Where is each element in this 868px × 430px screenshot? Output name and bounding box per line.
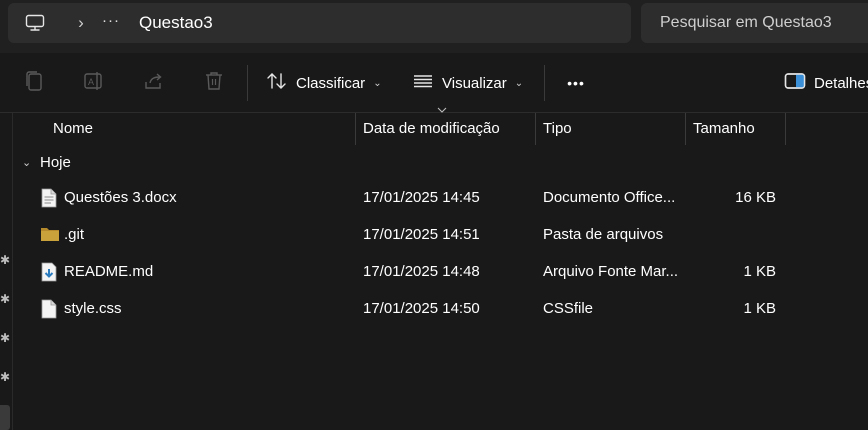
file-row[interactable]: style.css 17/01/2025 14:50 CSSfile 1 KB: [14, 291, 868, 327]
pin-icon[interactable]: ✱: [0, 292, 10, 306]
file-row[interactable]: README.md 17/01/2025 14:48 Arquivo Fonte…: [14, 254, 868, 290]
column-header-row: Nome Data de modificação Tipo Tamanho: [0, 113, 868, 145]
more-breadcrumbs-button[interactable]: ···: [99, 11, 123, 35]
details-pane-button[interactable]: Detalhes: [784, 63, 868, 103]
chevron-down-icon: ⌄: [22, 157, 32, 169]
sort-button[interactable]: Classificar ⌄: [266, 63, 382, 103]
view-button[interactable]: Visualizar ⌄: [412, 63, 523, 103]
address-bar[interactable]: › ··· Questao3: [8, 3, 631, 43]
navigation-pane: ✱ ✱ ✱ ✱ ✱: [0, 113, 12, 430]
view-label: Visualizar: [442, 74, 507, 92]
rename-icon: A: [83, 70, 105, 97]
command-bar: A Classificar ⌄ Visualizar ⌄ ••• Detalhe…: [0, 53, 868, 113]
file-icon: [40, 299, 58, 319]
file-type: Documento Office...: [543, 189, 676, 206]
sort-icon: [266, 71, 288, 96]
file-size: 1 KB: [743, 300, 776, 317]
chevron-down-icon: ⌄: [514, 77, 524, 89]
copy-icon: [24, 70, 44, 97]
toolbar-divider: [544, 65, 545, 101]
more-icon: •••: [567, 75, 585, 91]
file-date: 17/01/2025 14:45: [363, 189, 480, 206]
file-name: README.md: [64, 263, 154, 280]
column-divider[interactable]: [685, 113, 686, 145]
more-options-button[interactable]: •••: [558, 63, 594, 103]
chevron-down-icon: ⌄: [373, 77, 382, 89]
breadcrumb-current-folder[interactable]: Questao3: [139, 13, 213, 33]
file-size: 16 KB: [735, 189, 776, 206]
list-view-icon: [412, 72, 434, 95]
file-type: Arquivo Fonte Mar...: [543, 263, 679, 280]
file-date: 17/01/2025 14:48: [363, 263, 480, 280]
group-header-today[interactable]: ⌄ Hoje: [22, 154, 71, 171]
file-row[interactable]: .git 17/01/2025 14:51 Pasta de arquivos: [14, 217, 868, 253]
file-row[interactable]: Questões 3.docx 17/01/2025 14:45 Documen…: [14, 180, 868, 216]
details-pane-icon: [784, 72, 806, 95]
share-icon: [143, 70, 165, 97]
file-date: 17/01/2025 14:51: [363, 226, 480, 243]
trash-icon: [204, 70, 224, 97]
copy-button[interactable]: [16, 63, 52, 103]
column-header-name[interactable]: Nome: [53, 113, 93, 145]
column-header-size[interactable]: Tamanho: [693, 113, 755, 145]
sort-label: Classificar: [296, 74, 366, 92]
toolbar-divider: [247, 65, 248, 101]
column-header-date[interactable]: Data de modificação: [363, 113, 500, 145]
file-size: 1 KB: [743, 263, 776, 280]
file-size: [694, 217, 776, 253]
file-name: Questões 3.docx: [64, 189, 177, 206]
column-divider[interactable]: [535, 113, 536, 145]
navigation-pane-divider[interactable]: [12, 113, 13, 430]
file-name: style.css: [64, 300, 122, 317]
pin-icon[interactable]: ✱: [0, 370, 10, 384]
markdown-file-icon: [40, 262, 58, 282]
delete-button[interactable]: [196, 63, 232, 103]
file-date: 17/01/2025 14:50: [363, 300, 480, 317]
details-label: Detalhes: [814, 74, 868, 92]
search-placeholder: Pesquisar em Questao3: [660, 14, 832, 31]
search-input[interactable]: Pesquisar em Questao3: [641, 3, 868, 43]
column-divider[interactable]: [355, 113, 356, 145]
svg-text:A: A: [88, 77, 94, 87]
file-name: .git: [64, 226, 85, 243]
title-bar: › ··· Questao3 Pesquisar em Questao3: [0, 0, 868, 53]
column-divider[interactable]: [785, 113, 786, 145]
chevron-right-icon[interactable]: ›: [69, 11, 93, 35]
sort-indicator-icon: [437, 107, 447, 113]
this-pc-icon[interactable]: [25, 14, 45, 37]
folder-icon: [40, 225, 59, 245]
group-label: Hoje: [40, 154, 71, 171]
document-icon: [40, 188, 58, 208]
file-type: CSSfile: [543, 300, 594, 317]
navigation-pane-scrollbar[interactable]: [0, 405, 10, 430]
rename-button[interactable]: A: [76, 63, 112, 103]
pin-icon[interactable]: ✱: [0, 253, 10, 267]
column-header-type[interactable]: Tipo: [543, 113, 572, 145]
file-type: Pasta de arquivos: [543, 226, 664, 243]
pin-icon[interactable]: ✱: [0, 331, 10, 345]
share-button[interactable]: [136, 63, 172, 103]
